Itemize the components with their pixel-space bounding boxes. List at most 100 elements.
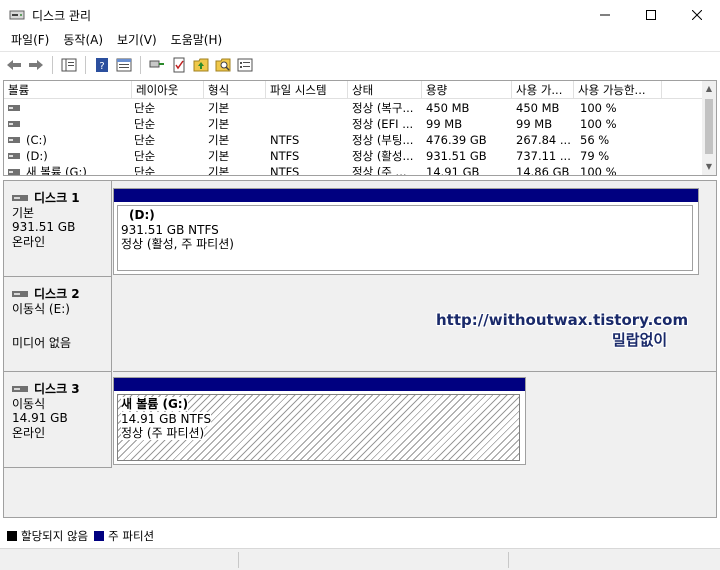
legend-primary-partition: 주 파티션 <box>108 529 155 543</box>
properties-button[interactable] <box>114 55 134 75</box>
disk-3-size: 14.91 GB <box>12 411 68 425</box>
minimize-button[interactable] <box>582 0 628 30</box>
check-button[interactable] <box>169 55 189 75</box>
disk-3-status: 온라인 <box>12 425 46 440</box>
disk-1-label[interactable]: 디스크 1 기본 931.51 GB 온라인 <box>4 181 112 277</box>
volume-fs: NTFS <box>270 149 300 163</box>
volume-status: 정상 (부팅... <box>352 133 414 147</box>
partition-d[interactable]: (D:) 931.51 GB NTFS 정상 (활성, 주 파티션) <box>117 205 693 271</box>
partition-d-size: 931.51 GB NTFS <box>121 222 219 237</box>
maximize-icon <box>646 10 656 20</box>
column-header-layout[interactable]: 레이아웃 <box>132 81 204 99</box>
maximize-button[interactable] <box>628 0 674 30</box>
volume-layout: 단순 <box>134 101 156 115</box>
close-button[interactable] <box>674 0 720 30</box>
volume-type: 기본 <box>208 165 230 176</box>
menu-help[interactable]: 도움말(H) <box>164 30 230 50</box>
volume-row[interactable]: (C:) 단순 기본 NTFS 정상 (부팅... 476.39 GB 267.… <box>4 132 704 148</box>
volume-row[interactable]: 단순 기본 정상 (복구... 450 MB 450 MB 100 % <box>4 100 704 116</box>
volume-free: 14.86 GB <box>516 165 570 176</box>
volume-type: 기본 <box>208 149 230 163</box>
disk-1-type: 기본 <box>12 205 35 220</box>
unallocated-swatch <box>7 531 17 541</box>
volume-list-scrollbar[interactable]: ▲ ▼ <box>702 81 716 175</box>
volume-status: 정상 (주 ... <box>352 165 407 176</box>
volume-free: 737.11 ... <box>516 149 571 163</box>
title-bar: 디스크 관리 <box>0 0 720 30</box>
column-header-free-space[interactable]: 사용 가... <box>512 81 574 99</box>
menu-action[interactable]: 동작(A) <box>56 30 110 50</box>
scroll-down-arrow-icon[interactable]: ▼ <box>702 159 716 175</box>
volume-capacity: 450 MB <box>426 101 470 115</box>
partition-g-size: 14.91 GB NTFS <box>121 411 212 426</box>
volume-capacity: 931.51 GB <box>426 149 487 163</box>
column-header-status[interactable]: 상태 <box>348 81 422 99</box>
menu-file[interactable]: 파일(F) <box>4 30 56 50</box>
volume-layout: 단순 <box>134 117 156 131</box>
close-icon <box>692 10 702 20</box>
disk-icon <box>12 386 28 393</box>
column-header-file-system[interactable]: 파일 시스템 <box>266 81 348 99</box>
search-button[interactable] <box>213 55 233 75</box>
volume-layout: 단순 <box>134 133 156 147</box>
volume-icon <box>8 137 20 143</box>
volume-percent-free: 56 % <box>580 133 610 147</box>
volume-status: 정상 (복구... <box>352 101 414 115</box>
column-header-percent-free[interactable]: 사용 가능한... <box>574 81 662 99</box>
menu-bar: 파일(F) 동작(A) 보기(V) 도움말(H) <box>0 30 720 50</box>
list-button[interactable] <box>235 55 255 75</box>
volume-type: 기본 <box>208 101 230 115</box>
disk-3-label[interactable]: 디스크 3 이동식 14.91 GB 온라인 <box>4 372 112 468</box>
disk-1-status: 온라인 <box>12 234 46 249</box>
volume-free: 267.84 ... <box>516 133 571 147</box>
volume-row[interactable]: (D:) 단순 기본 NTFS 정상 (활성... 931.51 GB 737.… <box>4 148 704 164</box>
toolbar-separator <box>52 56 53 74</box>
disk-1-name-row: 디스크 1 <box>12 191 111 206</box>
forward-arrow-icon <box>29 60 43 70</box>
partition-g[interactable]: 새 볼륨 (G:) 14.91 GB NTFS 정상 (주 파티션) <box>117 394 520 461</box>
status-separator <box>508 552 509 568</box>
disk-2-label[interactable]: 디스크 2 이동식 (E:) 미디어 없음 <box>4 277 112 372</box>
volume-icon <box>8 105 20 111</box>
disk-3-name: 디스크 3 <box>34 382 80 396</box>
connect-icon <box>149 60 164 68</box>
volume-capacity: 476.39 GB <box>426 133 487 147</box>
volume-free: 450 MB <box>516 101 560 115</box>
scroll-up-arrow-icon[interactable]: ▲ <box>702 81 716 97</box>
partition-g-name: 새 볼륨 (G:) <box>121 397 189 411</box>
volume-percent-free: 79 % <box>580 149 610 163</box>
volume-icon <box>8 121 20 127</box>
console-tree-button[interactable] <box>59 55 79 75</box>
up-button[interactable] <box>191 55 211 75</box>
connect-button[interactable] <box>147 55 167 75</box>
column-header-capacity[interactable]: 용량 <box>422 81 512 99</box>
volume-type: 기본 <box>208 133 230 147</box>
disk-2-name-row: 디스크 2 <box>12 287 111 302</box>
back-button[interactable] <box>4 55 24 75</box>
search-icon <box>215 58 231 72</box>
status-bar <box>0 548 720 570</box>
volume-status: 정상 (EFI ... <box>352 117 414 131</box>
volume-fs: NTFS <box>270 165 300 176</box>
volume-row[interactable]: 새 볼륨 (G:) 단순 기본 NTFS 정상 (주 ... 14.91 GB … <box>4 164 704 176</box>
column-header-volume[interactable]: 볼륨 <box>4 81 132 99</box>
forward-button[interactable] <box>26 55 46 75</box>
volume-capacity: 99 MB <box>426 117 463 131</box>
volume-status: 정상 (활성... <box>352 149 414 163</box>
volume-name <box>26 116 126 132</box>
partition-d-status: 정상 (활성, 주 파티션) <box>121 237 234 251</box>
volume-name: 새 볼륨 (G:) <box>26 165 87 176</box>
menu-view[interactable]: 보기(V) <box>110 30 164 50</box>
volume-layout: 단순 <box>134 149 156 163</box>
column-header-type[interactable]: 형식 <box>204 81 266 99</box>
volume-row[interactable]: 단순 기본 정상 (EFI ... 99 MB 99 MB 100 % <box>4 116 704 132</box>
disk-1-size: 931.51 GB <box>12 220 76 234</box>
window-title: 디스크 관리 <box>32 9 92 23</box>
volume-icon <box>8 153 20 159</box>
primary-partition-swatch <box>94 531 105 541</box>
help-button[interactable]: ? <box>92 55 112 75</box>
column-headers: 볼륨 레이아웃 형식 파일 시스템 상태 용량 사용 가... 사용 가능한..… <box>4 81 704 99</box>
volume-layout: 단순 <box>134 165 156 176</box>
legend-unallocated: 할당되지 않음 <box>21 529 89 543</box>
scroll-thumb[interactable] <box>705 99 713 154</box>
